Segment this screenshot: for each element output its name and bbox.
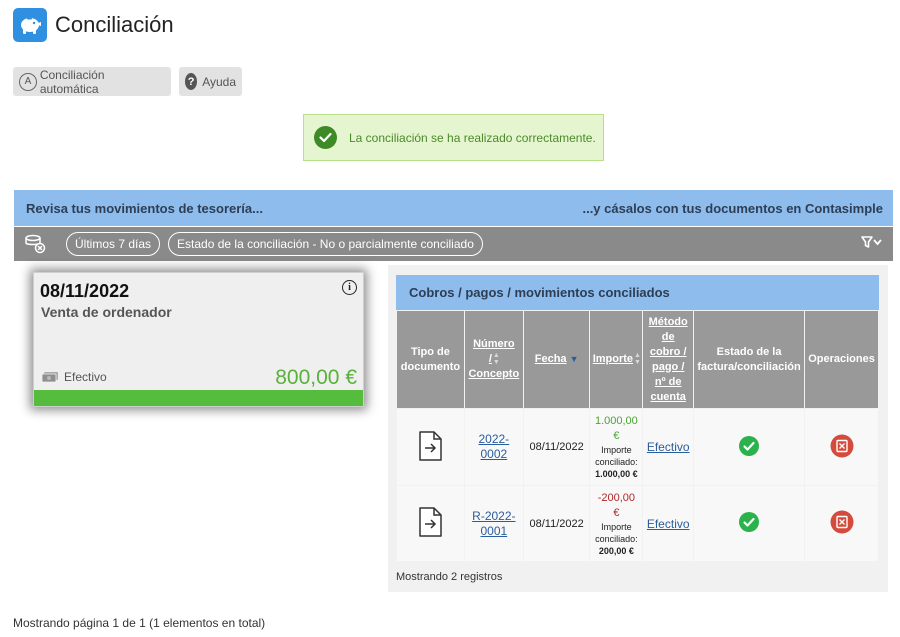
document-type-cell (396, 485, 465, 562)
col-numero-concepto[interactable]: Número /▲ ▼ Concepto (463, 310, 524, 409)
check-circle-icon (739, 435, 760, 456)
clear-filters-icon[interactable] (24, 234, 46, 254)
col-metodo[interactable]: Método de cobro / pago / nº de cuenta (642, 310, 695, 409)
table-row: 2022- 0002 08/11/2022 1.000,00 € Importe co… (396, 408, 879, 486)
sort-icon: ▲ ▼ (492, 352, 500, 367)
banner-left-text: Revisa tus movimientos de tesorería... (26, 200, 263, 216)
method-cell[interactable]: Efectivo (642, 485, 695, 562)
help-label: Ayuda (202, 74, 236, 89)
help-button[interactable]: ? Ayuda (179, 67, 242, 96)
auto-icon: A (19, 72, 37, 91)
help-icon: ? (185, 73, 198, 90)
operations-cell (804, 485, 879, 562)
method-cell[interactable]: Efectivo (642, 408, 695, 486)
sort-desc-icon: ▼ (569, 354, 579, 364)
panel-title: Cobros / pagos / movimientos conciliados (396, 275, 879, 310)
reconciled-panel: Cobros / pagos / movimientos conciliados… (388, 265, 888, 592)
page-title: Conciliación (55, 12, 174, 37)
panel-record-count: Mostrando 2 registros (396, 571, 503, 583)
amount-cell: -200,00 € Importe conciliado: 200,00 € (589, 485, 644, 562)
amount-cell: 1.000,00 € Importe conciliado: 1.000,00 € (589, 408, 644, 486)
movement-description: Venta de ordenador (41, 304, 172, 320)
check-circle-icon (739, 512, 760, 532)
check-circle-icon (314, 126, 337, 149)
col-importe[interactable]: Importe▲ ▼ (589, 310, 644, 409)
auto-reconcile-button[interactable]: A Conciliación automática (13, 67, 171, 96)
col-operaciones: Operaciones (804, 310, 879, 409)
success-alert: La conciliación se ha realizado correcta… (303, 114, 604, 161)
col-tipo-documento: Tipo de documento (396, 310, 465, 409)
table-row: R-2022- 0001 08/11/2022 -200,00 € Importe c… (396, 485, 879, 562)
unreconcile-icon[interactable] (830, 510, 854, 534)
movement-amount: 800,00 € (275, 366, 357, 389)
operations-cell (804, 408, 879, 486)
piggy-bank-icon (13, 8, 47, 42)
sort-icon: ▲ ▼ (634, 352, 641, 367)
document-number-cell[interactable]: 2022- 0002 (463, 408, 524, 486)
status-cell (693, 408, 806, 486)
info-icon[interactable]: i (342, 280, 357, 295)
movement-status-bar (34, 390, 363, 406)
movement-method-label: Efectivo (64, 370, 107, 384)
alert-message: La conciliación se ha realizado correcta… (349, 130, 596, 145)
document-arrow-icon (417, 430, 443, 461)
filter-bar: Últimos 7 días Estado de la conciliación… (14, 227, 893, 261)
date-cell: 08/11/2022 (522, 485, 591, 562)
banner-right-text: ...y cásalos con tus documentos en Conta… (582, 200, 883, 216)
unreconcile-icon[interactable] (830, 434, 854, 458)
instructions-banner: Revisa tus movimientos de tesorería... .… (14, 190, 893, 226)
movement-method: Efectivo (41, 370, 107, 384)
pagination-summary: Mostrando página 1 de 1 (1 elementos en … (13, 616, 266, 630)
col-estado: Estado de la factura/conciliación (693, 310, 806, 409)
cash-icon (41, 371, 59, 383)
reconciled-table: Tipo de documento Número /▲ ▼ Concepto Fec… (396, 310, 879, 562)
document-number-cell[interactable]: R-2022- 0001 (463, 485, 524, 562)
document-arrow-icon (417, 507, 443, 537)
auto-reconcile-label: Conciliación automática (39, 67, 105, 96)
filter-period-chip[interactable]: Últimos 7 días (66, 232, 161, 256)
filter-status-chip[interactable]: Estado de la conciliación - No o parcial… (168, 232, 483, 256)
document-type-cell (396, 408, 465, 486)
table-header-row: Tipo de documento Número /▲ ▼ Concepto Fec… (396, 310, 879, 409)
movement-date: 08/11/2022 (40, 281, 130, 301)
col-fecha[interactable]: Fecha ▼ (522, 310, 591, 409)
status-cell (693, 485, 806, 562)
filter-toggle-button[interactable] (861, 235, 883, 249)
treasury-movement-card[interactable]: 08/11/2022 i Venta de ordenador Efectivo… (33, 272, 364, 407)
date-cell: 08/11/2022 (522, 408, 591, 486)
